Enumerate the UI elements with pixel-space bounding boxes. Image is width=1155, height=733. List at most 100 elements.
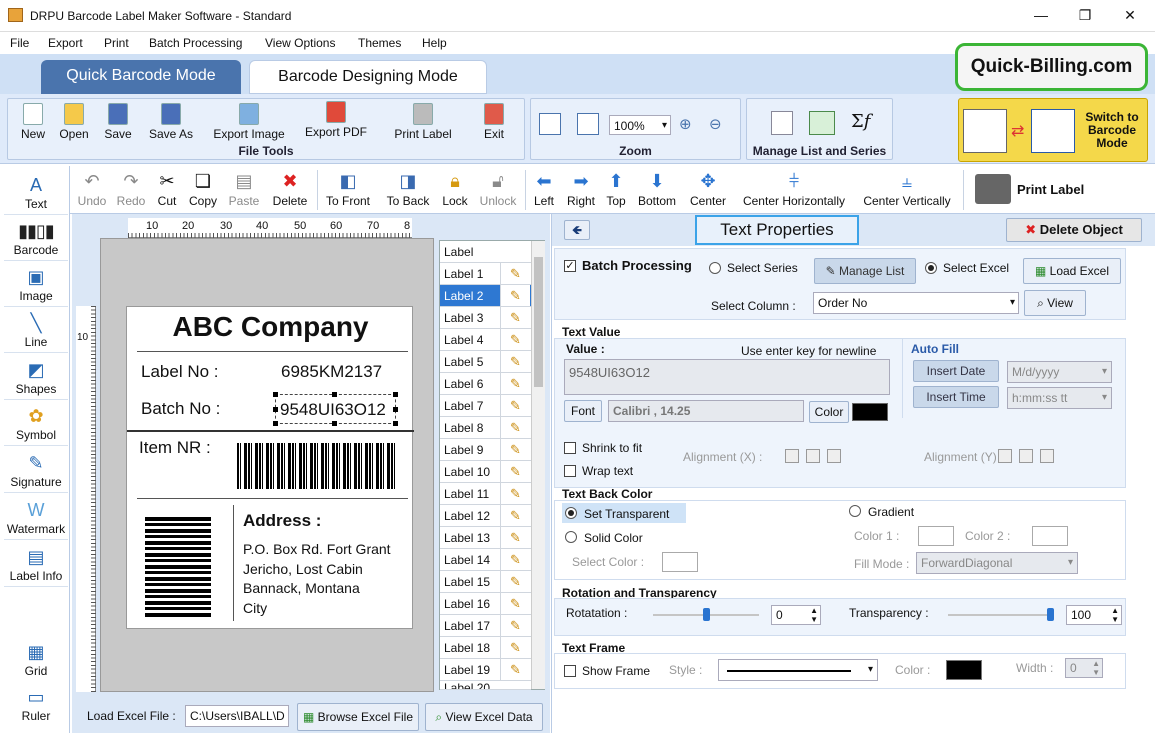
address-line[interactable]: Jericho, Lost Cabin: [243, 561, 363, 577]
list-item[interactable]: Label 4 ✎: [440, 329, 531, 351]
shrink-to-fit-checkbox[interactable]: [564, 442, 576, 454]
resize-handle[interactable]: [332, 421, 337, 426]
tool-text[interactable]: A Text: [4, 174, 68, 215]
tab-quick-barcode-mode[interactable]: Quick Barcode Mode: [41, 60, 241, 94]
close-button[interactable]: ✕: [1107, 0, 1153, 31]
show-frame-checkbox[interactable]: [564, 665, 576, 677]
font-button[interactable]: Font: [564, 400, 602, 422]
linear-barcode[interactable]: [237, 443, 397, 489]
batch-processing-checkbox[interactable]: ✓: [564, 260, 576, 272]
tool-ruler[interactable]: ▭ Ruler: [4, 686, 68, 726]
excel-icon[interactable]: [809, 111, 835, 135]
label-no-value[interactable]: 6985KM2137: [281, 362, 382, 382]
resize-handle[interactable]: [273, 421, 278, 426]
edit-pencil-icon[interactable]: ✎: [500, 571, 530, 592]
address-line[interactable]: Bannack, Montana: [243, 580, 360, 596]
align-bottom-icon[interactable]: [1040, 449, 1054, 463]
undo-button[interactable]: ↶ Undo: [76, 168, 108, 208]
open-button[interactable]: Open: [56, 103, 92, 141]
lock-button[interactable]: 🔒︎ Lock: [440, 168, 470, 208]
center-button[interactable]: ✥ Center: [687, 168, 729, 208]
delete-button[interactable]: ✖ Delete: [269, 168, 311, 208]
tool-line[interactable]: ╲ Line: [4, 312, 68, 353]
tool-label-info[interactable]: ▤ Label Info: [4, 546, 68, 587]
switch-to-barcode-mode-button[interactable]: ⇄ Switch to Barcode Mode: [958, 98, 1148, 162]
align-right-icon[interactable]: [827, 449, 841, 463]
align-center-icon[interactable]: [806, 449, 820, 463]
rotation-slider-thumb[interactable]: [703, 608, 710, 621]
export-pdf-button[interactable]: Export PDF: [302, 101, 370, 139]
zoom-actual-icon[interactable]: [539, 113, 561, 135]
list-item[interactable]: Label 16 ✎: [440, 593, 531, 615]
copy-button[interactable]: ❏ Copy: [186, 168, 220, 208]
align-left-icon[interactable]: [785, 449, 799, 463]
resize-handle[interactable]: [393, 392, 398, 397]
edit-pencil-icon[interactable]: ✎: [500, 615, 530, 636]
excel-path-input[interactable]: C:\Users\IBALL\D: [185, 705, 289, 727]
tool-grid[interactable]: ▦ Grid: [4, 641, 68, 681]
edit-pencil-icon[interactable]: ✎: [500, 461, 530, 482]
spinner-icon[interactable]: ▲ ▼: [1111, 606, 1119, 624]
to-front-button[interactable]: ◧ To Front: [323, 168, 373, 208]
zoom-in-icon[interactable]: ⊕: [679, 115, 692, 133]
manage-list-icon[interactable]: [771, 111, 793, 135]
frame-color-swatch[interactable]: [946, 660, 982, 680]
list-item[interactable]: Label 19 ✎: [440, 659, 531, 681]
address-line[interactable]: City: [243, 600, 267, 616]
resize-handle[interactable]: [393, 407, 398, 412]
quick-billing-logo[interactable]: Quick-Billing.com: [955, 43, 1148, 91]
delete-object-button[interactable]: ✖ Delete Object: [1006, 218, 1142, 242]
new-button[interactable]: New: [14, 103, 52, 141]
fill-mode-dropdown[interactable]: ForwardDiagonal ▾: [916, 552, 1078, 574]
select-color-swatch[interactable]: [662, 552, 698, 572]
list-item[interactable]: Label 6 ✎: [440, 373, 531, 395]
align-top-button[interactable]: ⬆ Top: [603, 168, 629, 208]
edit-pencil-icon[interactable]: ✎: [500, 483, 530, 504]
address-line[interactable]: P.O. Box Rd. Fort Grant: [243, 541, 391, 557]
list-item[interactable]: Label 1 ✎: [440, 263, 531, 285]
menu-batch-processing[interactable]: Batch Processing: [149, 36, 242, 50]
date-format-dropdown[interactable]: M/d/yyyy ▾: [1007, 361, 1112, 383]
spinner-icon[interactable]: ▲ ▼: [810, 606, 818, 624]
color-button[interactable]: Color: [809, 401, 849, 423]
load-excel-button[interactable]: ▦ Load Excel: [1023, 258, 1121, 284]
tab-barcode-designing-mode[interactable]: Barcode Designing Mode: [249, 60, 487, 94]
color2-swatch[interactable]: [1032, 526, 1068, 546]
list-item[interactable]: Label 10 ✎: [440, 461, 531, 483]
maximize-button[interactable]: ❐: [1062, 0, 1108, 31]
scrollbar-thumb[interactable]: [534, 257, 543, 387]
color1-swatch[interactable]: [918, 526, 954, 546]
edit-pencil-icon[interactable]: ✎: [500, 439, 530, 460]
time-format-dropdown[interactable]: h:mm:ss tt ▾: [1007, 387, 1112, 409]
center-vertically-button[interactable]: ⫨ Center Vertically: [858, 168, 956, 208]
browse-excel-button[interactable]: ▦ Browse Excel File: [297, 703, 419, 731]
unlock-button[interactable]: 🔓︎ Unlock: [477, 168, 519, 208]
edit-pencil-icon[interactable]: ✎: [500, 307, 530, 328]
align-left-button[interactable]: ⬅ Left: [532, 168, 556, 208]
list-item[interactable]: Label 7 ✎: [440, 395, 531, 417]
list-item[interactable]: Label 9 ✎: [440, 439, 531, 461]
save-as-button[interactable]: Save As: [146, 103, 196, 141]
company-name-text[interactable]: ABC Company: [127, 311, 414, 343]
set-transparent-radio[interactable]: [565, 507, 577, 519]
menu-file[interactable]: File: [10, 36, 29, 50]
menu-print[interactable]: Print: [104, 36, 129, 50]
print-label-toolbar-button[interactable]: Print Label: [973, 172, 1097, 208]
gradient-radio[interactable]: [849, 505, 861, 517]
insert-date-button[interactable]: Insert Date: [913, 360, 999, 382]
resize-handle[interactable]: [273, 392, 278, 397]
menu-view-options[interactable]: View Options: [265, 36, 335, 50]
address-caption[interactable]: Address :: [243, 511, 321, 531]
frame-width-input[interactable]: 0 ▲ ▼: [1065, 658, 1103, 678]
text-color-swatch[interactable]: [852, 403, 888, 421]
text-value-input[interactable]: 9548UI63O12: [564, 359, 890, 395]
transparency-slider[interactable]: [948, 614, 1054, 616]
list-item[interactable]: Label 5 ✎: [440, 351, 531, 373]
list-item[interactable]: Label 18 ✎: [440, 637, 531, 659]
tool-shapes[interactable]: ◩ Shapes: [4, 359, 68, 400]
batch-no-caption[interactable]: Batch No :: [141, 399, 220, 419]
align-middle-icon[interactable]: [1019, 449, 1033, 463]
list-scrollbar[interactable]: [531, 241, 545, 689]
select-column-dropdown[interactable]: Order No ▾: [813, 292, 1019, 314]
tool-signature[interactable]: ✎ Signature: [4, 452, 68, 493]
